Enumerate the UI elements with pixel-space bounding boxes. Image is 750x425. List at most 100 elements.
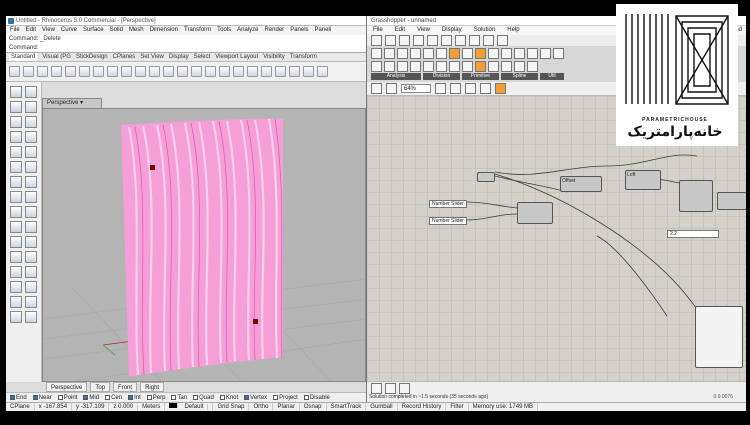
split-icon[interactable] — [25, 236, 37, 248]
open-file-icon[interactable] — [371, 83, 382, 94]
viewport-title[interactable]: Perspective — [47, 100, 78, 106]
checkbox[interactable] — [171, 395, 177, 400]
preview-mode-icon[interactable] — [480, 83, 491, 94]
checkbox[interactable] — [244, 395, 250, 400]
trim-icon[interactable] — [10, 236, 22, 248]
open-file-icon[interactable] — [23, 66, 34, 77]
osnap-near[interactable]: Near — [32, 393, 52, 402]
curve-tab-icon[interactable] — [427, 35, 438, 46]
osnap-end[interactable]: End — [10, 393, 27, 402]
menu-paneli[interactable]: Paneli — [315, 26, 332, 35]
print-icon[interactable] — [51, 66, 62, 77]
properties-icon[interactable] — [275, 66, 286, 77]
spline-icon[interactable] — [527, 48, 538, 59]
checkbox[interactable] — [219, 395, 225, 400]
gh-menu-edit[interactable]: Edit — [395, 26, 405, 35]
sphere-icon[interactable] — [25, 191, 37, 203]
menu-edit[interactable]: Edit — [26, 26, 36, 35]
tab-select[interactable]: Select — [194, 53, 211, 61]
wireframe-icon[interactable] — [233, 66, 244, 77]
dimension-icon[interactable] — [10, 296, 22, 308]
status-grid-snap[interactable]: Grid Snap — [213, 403, 250, 411]
chevron-down-icon[interactable]: ▾ — [80, 100, 83, 106]
status-smarttrack[interactable]: SmartTrack — [327, 403, 367, 411]
spline-icon[interactable] — [501, 48, 512, 59]
viewport-title-tab[interactable]: Perspective ▾ — [42, 98, 102, 108]
shaded-icon[interactable] — [247, 66, 258, 77]
gh-component-right[interactable] — [679, 180, 713, 212]
text-icon[interactable] — [10, 161, 22, 173]
status-planar[interactable]: Planar — [273, 403, 300, 411]
status-layer[interactable]: Default — [165, 403, 214, 411]
line-primitive-icon[interactable] — [462, 48, 473, 59]
zoom-field[interactable]: 64% — [401, 84, 431, 93]
mirror-icon[interactable] — [10, 281, 22, 293]
spline-icon[interactable] — [514, 48, 525, 59]
checkbox[interactable] — [83, 395, 89, 400]
transform-tab-icon[interactable] — [483, 35, 494, 46]
tab-cplanes[interactable]: CPlanes — [113, 53, 136, 61]
menu-render[interactable]: Render — [265, 26, 285, 35]
status-gumball[interactable]: Gumball — [366, 403, 398, 411]
light-icon[interactable] — [303, 66, 314, 77]
menu-curve[interactable]: Curve — [61, 26, 77, 35]
paste-icon[interactable] — [93, 66, 104, 77]
checkbox[interactable] — [10, 395, 15, 400]
osnap-mid[interactable]: Mid — [83, 393, 99, 402]
zoom-selected-icon[interactable] — [191, 66, 202, 77]
cplane-icon[interactable] — [219, 66, 230, 77]
polygon-icon[interactable] — [25, 146, 37, 158]
gh-component-edge[interactable] — [717, 192, 746, 210]
tab-transform[interactable]: Transform — [290, 53, 317, 61]
value-panel[interactable]: 2.2 — [667, 230, 719, 238]
gh-menu-view[interactable]: View — [417, 26, 430, 35]
divide-icon[interactable] — [449, 61, 460, 72]
gh-status-icon[interactable] — [385, 383, 396, 394]
cut-icon[interactable] — [65, 66, 76, 77]
menu-surface[interactable]: Surface — [83, 26, 104, 35]
checkbox[interactable] — [303, 395, 309, 400]
checkbox[interactable] — [105, 395, 111, 400]
new-file-icon[interactable] — [9, 66, 20, 77]
divide-icon[interactable] — [423, 48, 434, 59]
fillet-icon[interactable] — [25, 161, 37, 173]
select-icon[interactable] — [10, 86, 22, 98]
viewport-tab-top[interactable]: Top — [90, 382, 111, 392]
gh-menu-solution[interactable]: Solution — [474, 26, 496, 35]
save-icon[interactable] — [386, 83, 397, 94]
tab-visual[interactable]: Visual (PG — [42, 53, 71, 61]
move-icon[interactable] — [10, 251, 22, 263]
gh-menu-help[interactable]: Help — [507, 26, 519, 35]
circle-primitive-icon[interactable] — [475, 48, 486, 59]
divide-icon[interactable] — [436, 48, 447, 59]
gh-graph-mapper[interactable] — [695, 306, 743, 368]
osnap-knot[interactable]: Knot — [219, 393, 238, 402]
osnap-project[interactable]: Project — [273, 393, 298, 402]
checkbox[interactable] — [146, 395, 152, 400]
arc-primitive-icon[interactable] — [488, 61, 499, 72]
number-slider-2[interactable]: Number Slider — [429, 217, 467, 225]
options-icon[interactable] — [317, 66, 328, 77]
divide-icon[interactable] — [436, 61, 447, 72]
curve-analysis-icon[interactable] — [397, 48, 408, 59]
zoom-extents-icon[interactable] — [435, 83, 446, 94]
preview-eye-icon[interactable] — [465, 83, 476, 94]
gh-status-icon[interactable] — [399, 383, 410, 394]
curve-analysis-icon[interactable] — [384, 61, 395, 72]
tab-set-view[interactable]: Set View — [140, 53, 164, 61]
sets-tab-icon[interactable] — [399, 35, 410, 46]
box-icon[interactable] — [10, 191, 22, 203]
gh-component-input[interactable] — [477, 172, 495, 182]
menu-mesh[interactable]: Mesh — [129, 26, 144, 35]
curve-analysis-icon[interactable] — [384, 48, 395, 59]
menu-solid[interactable]: Solid — [110, 26, 123, 35]
tab-display[interactable]: Display — [169, 53, 189, 61]
undo-icon[interactable] — [107, 66, 118, 77]
curve-analysis-icon[interactable] — [371, 48, 382, 59]
rectangle-icon[interactable] — [10, 146, 22, 158]
status-ortho[interactable]: Ortho — [249, 403, 274, 411]
checkbox[interactable] — [273, 395, 279, 400]
checkbox[interactable] — [32, 395, 38, 400]
osnap-int[interactable]: Int — [128, 393, 141, 402]
gh-component-division[interactable] — [517, 202, 553, 224]
